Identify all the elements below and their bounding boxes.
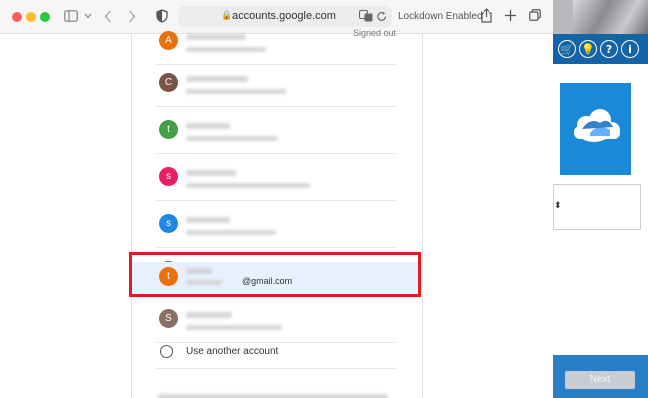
share-icon[interactable] xyxy=(481,8,492,23)
account-chooser-card: A Signed out C t s s t @gmail.com S Use … xyxy=(131,28,423,398)
use-another-account-row[interactable]: Use another account xyxy=(156,336,396,369)
account-avatar: t xyxy=(159,120,178,139)
redacted-name xyxy=(186,123,230,129)
redacted-name xyxy=(186,76,248,82)
account-avatar: C xyxy=(159,73,178,92)
account-avatar: S xyxy=(159,309,178,328)
redacted-name xyxy=(186,312,232,318)
footer-text-blurred xyxy=(158,394,388,398)
onedrive-cloud-icon xyxy=(574,109,620,142)
account-row[interactable]: t xyxy=(156,107,396,154)
sidebar-toggle-icon[interactable] xyxy=(64,10,78,22)
account-avatar: s xyxy=(159,167,178,186)
cart-icon[interactable]: 🛒 xyxy=(558,40,576,58)
help-icon[interactable]: ? xyxy=(600,40,618,58)
lockdown-status: Lockdown Enabled xyxy=(398,11,483,22)
browser-window: 🔒 accounts.google.com Lockdown Enabled A… xyxy=(0,0,553,398)
redacted-name xyxy=(186,170,236,176)
account-avatar: s xyxy=(159,214,178,233)
signed-out-label: Signed out xyxy=(352,28,396,38)
redacted-email xyxy=(186,47,266,52)
redacted-name xyxy=(186,34,246,40)
minimize-window-button[interactable] xyxy=(26,12,36,22)
zoom-window-button[interactable] xyxy=(40,12,50,22)
redacted-email xyxy=(186,230,276,235)
select-arrow-icon: ⬍ xyxy=(554,200,562,210)
account-row[interactable]: C xyxy=(156,60,396,107)
back-icon[interactable] xyxy=(104,10,112,23)
chevron-down-icon[interactable] xyxy=(84,13,92,19)
onedrive-tile xyxy=(560,83,631,175)
info-icon[interactable]: i xyxy=(621,40,639,58)
selection-highlight-annotation xyxy=(129,252,421,297)
tab-overview-icon[interactable] xyxy=(529,9,541,21)
next-button[interactable]: Next xyxy=(565,371,635,389)
account-row[interactable]: A Signed out xyxy=(156,18,396,65)
app-select-field[interactable] xyxy=(553,184,641,230)
google-account-chooser-page: A Signed out C t s s t @gmail.com S Use … xyxy=(0,28,553,398)
redacted-email xyxy=(186,325,282,330)
redacted-name xyxy=(186,217,230,223)
account-row[interactable]: s xyxy=(156,201,396,248)
lightbulb-icon[interactable]: 💡 xyxy=(579,40,597,58)
redacted-email xyxy=(186,89,286,94)
forward-icon[interactable] xyxy=(128,10,136,23)
background-app-window: 🛒 💡 ? i ⬍ Next xyxy=(553,0,648,398)
redacted-email xyxy=(186,183,310,188)
redacted-email xyxy=(186,136,278,141)
account-row[interactable]: s xyxy=(156,154,396,201)
new-tab-icon[interactable] xyxy=(505,10,516,21)
person-circle-icon xyxy=(160,345,173,358)
use-another-account-label: Use another account xyxy=(186,346,279,357)
background-wallpaper xyxy=(553,0,648,34)
close-window-button[interactable] xyxy=(12,12,22,22)
account-avatar: A xyxy=(159,31,178,50)
app-header-icons: 🛒 💡 ? i xyxy=(558,40,639,58)
